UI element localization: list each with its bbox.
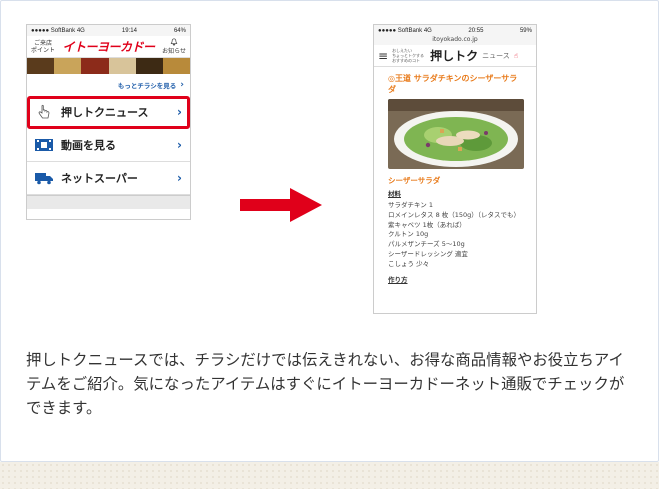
chevron-right-icon: › (177, 105, 182, 119)
list-item: こしょう 少々 (388, 259, 430, 268)
tagline: おしえたい ちょっとトクする おすすめのコト (392, 48, 425, 63)
menu-item-oshitoku-news[interactable]: 押しトクニュース › (27, 96, 190, 129)
url-bar[interactable]: itoyokado.co.jp (374, 36, 536, 45)
bell-icon (170, 38, 178, 46)
clock: 19:14 (121, 27, 137, 34)
clock: 20:55 (468, 27, 484, 34)
list-item: ロメインレタス 8 枚（150g）（レタスでも） (388, 210, 521, 219)
carrier: ●●●●● SoftBank (31, 27, 76, 34)
recipe-title: ◎王道 サラダチキンのシーザーサラダ (388, 74, 518, 94)
battery: 64% (173, 27, 186, 34)
menu-item-label: ネットスーパー (61, 172, 138, 185)
status-bar: ●●●●● SoftBank 4G 20:55 59% (374, 25, 536, 36)
caesar-salad-photo (388, 99, 524, 169)
network: 4G (423, 27, 432, 34)
description-text: 押しトクニュースでは、チラシだけでは伝えきれない、お得な商品情報やお役立ちアイテ… (26, 351, 625, 417)
phone-screenshot-oshitoku-news: ●●●●● SoftBank 4G 20:55 59% itoyokado.co… (373, 24, 537, 314)
bottom-texture-band (0, 462, 659, 489)
more-flyers-link[interactable]: もっとチラシを見る › (27, 74, 190, 96)
ingredients-label: 材料 (388, 190, 401, 198)
oshitoku-logo: 押しトク (430, 49, 479, 63)
menu-item-label: 動画を見る (61, 139, 116, 152)
app-header: ご来店 ポイント イトーヨーカドー お知らせ (27, 36, 190, 58)
store-point-button[interactable]: ご来店 ポイント (31, 40, 55, 54)
list-item: サラダチキン 1 (388, 201, 434, 209)
chevron-right-icon: › (177, 171, 182, 185)
chevron-right-icon: › (180, 80, 184, 90)
truck-icon (33, 169, 55, 187)
list-item: パルメザンチーズ 5〜10g (388, 240, 465, 249)
arrow-right-icon (240, 188, 322, 222)
menu-item-net-super[interactable]: ネットスーパー › (27, 162, 190, 195)
status-bar: ●●●●● SoftBank 4G 19:14 64% (27, 25, 190, 36)
battery: 59% (519, 27, 532, 34)
flyer-banner[interactable] (27, 58, 190, 74)
phone-screenshot-app-menu: ●●●●● SoftBank 4G 19:14 64% ご来店 ポイント イトー… (26, 24, 191, 220)
ingredients-list: サラダチキン 1 ロメインレタス 8 枚（150g）（レタスでも） 紫キャベツ … (374, 198, 536, 270)
news-label: ニュース (482, 51, 510, 60)
tap-hand-icon: ☝ (513, 51, 518, 60)
oshitoku-header: ≡ おしえたい ちょっとトクする おすすめのコト 押しトク ニュース ☝ (374, 45, 536, 67)
list-item: 紫キャベツ 1枚（あれば） (388, 220, 466, 229)
tap-hand-icon (33, 103, 55, 121)
menu-item-label: 押しトクニュース (61, 106, 149, 119)
section-title: シーザーサラダ (388, 176, 441, 185)
menu-item-videos[interactable]: 動画を見る › (27, 129, 190, 162)
film-icon (33, 136, 55, 154)
list-item: クルトン 10g (388, 230, 429, 239)
chevron-right-icon: › (177, 138, 182, 152)
notice-button[interactable]: お知らせ (162, 38, 186, 55)
carrier: ●●●●● SoftBank (378, 27, 423, 34)
ito-yokado-logo: イトーヨーカドー (62, 40, 156, 54)
network: 4G (76, 27, 85, 34)
tab-bar-partial (27, 195, 190, 209)
howto-label: 作り方 (388, 275, 408, 284)
hamburger-menu-icon[interactable]: ≡ (378, 49, 388, 63)
list-item: シーザードレッシング 適宜 (388, 249, 468, 258)
